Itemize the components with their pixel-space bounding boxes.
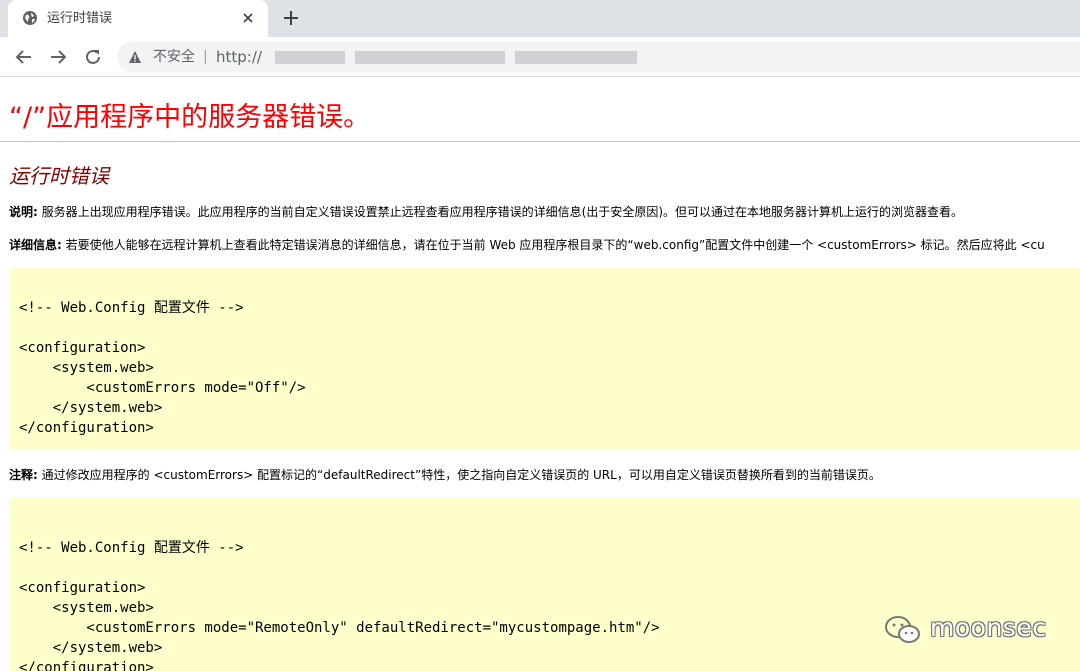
browser-toolbar: 不安全 | http:// [0, 37, 1080, 77]
tab-strip: 运行时错误 [0, 0, 1080, 37]
page-content: “/”应用程序中的服务器错误。 运行时错误 说明: 服务器上出现应用程序错误。此… [0, 78, 1080, 671]
description-text: 服务器上出现应用程序错误。此应用程序的当前自定义错误设置禁止远程查看应用程序错误… [37, 205, 963, 219]
notes-text: 通过修改应用程序的 <customErrors> 配置标记的“defaultRe… [37, 468, 881, 482]
url-separator: | [203, 49, 208, 65]
arrow-right-icon[interactable] [48, 47, 68, 67]
tab-title: 运行时错误 [47, 11, 113, 26]
code-2: <!-- Web.Config 配置文件 --> <configuration>… [19, 540, 660, 671]
description-paragraph: 说明: 服务器上出现应用程序错误。此应用程序的当前自定义错误设置禁止远程查看应用… [9, 204, 963, 220]
notes-paragraph: 注释: 通过修改应用程序的 <customErrors> 配置标记的“defau… [9, 467, 881, 483]
redacted-url [355, 51, 505, 64]
close-icon[interactable] [240, 10, 256, 26]
description-label: 说明: [9, 205, 38, 219]
plus-icon[interactable] [282, 9, 300, 27]
redacted-url [275, 51, 345, 64]
notes-label: 注释: [9, 468, 38, 482]
details-text: 若要使他人能够在远程计算机上查看此特定错误消息的详细信息，请在位于当前 Web … [61, 238, 1045, 252]
details-label: 详细信息: [9, 238, 62, 252]
details-paragraph: 详细信息: 若要使他人能够在远程计算机上查看此特定错误消息的详细信息，请在位于当… [9, 237, 1045, 253]
arrow-left-icon[interactable] [14, 47, 34, 67]
warning-triangle-icon[interactable] [128, 50, 142, 64]
address-bar[interactable]: 不安全 | http:// [117, 42, 1080, 72]
reload-icon[interactable] [83, 47, 103, 67]
url-text[interactable]: http:// [216, 48, 262, 66]
globe-icon [23, 11, 37, 25]
error-subtitle: 运行时错误 [9, 164, 109, 188]
page-title: “/”应用程序中的服务器错误。 [9, 102, 371, 133]
code-block-1: <!-- Web.Config 配置文件 --> <configuration>… [9, 268, 1080, 450]
wechat-icon [885, 616, 920, 643]
redacted-url [515, 51, 637, 64]
code-block-2: <!-- Web.Config 配置文件 --> <configuration>… [9, 498, 1080, 671]
watermark-text: moonsec [930, 613, 1047, 642]
code-1: <!-- Web.Config 配置文件 --> <configuration>… [19, 300, 306, 436]
security-label[interactable]: 不安全 [153, 48, 195, 66]
browser-tab[interactable]: 运行时错误 [8, 0, 268, 37]
divider [0, 141, 1080, 142]
